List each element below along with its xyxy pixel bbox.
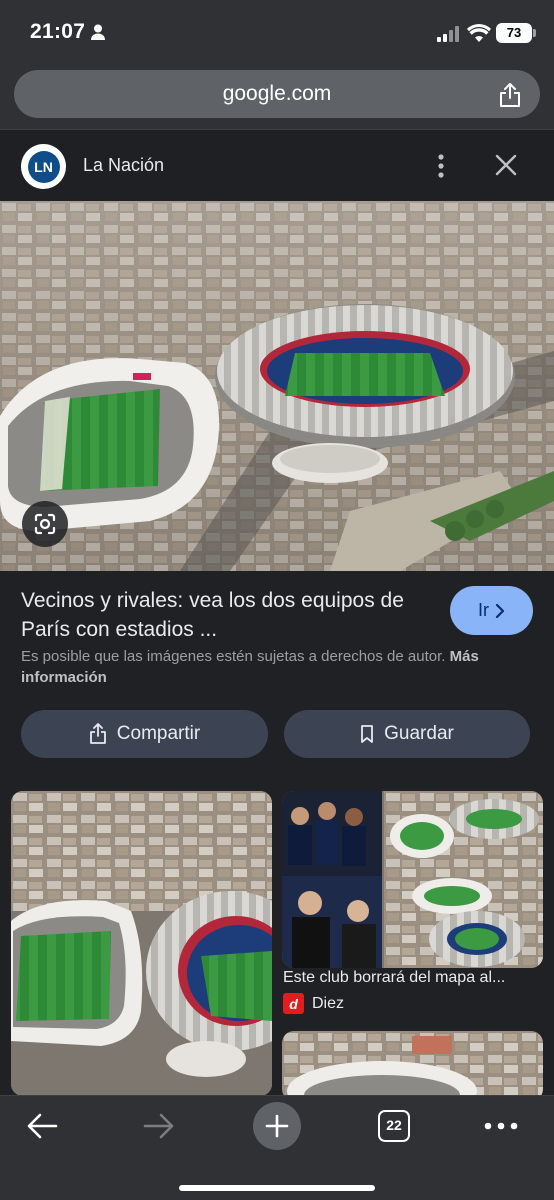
clock: 21:07 [30, 20, 86, 43]
new-tab-button[interactable] [253, 1102, 301, 1150]
browser-address-area: google.com [0, 62, 554, 130]
battery-indicator: 73 [496, 23, 532, 43]
more-options-icon[interactable] [430, 153, 452, 179]
related-image-1[interactable] [11, 791, 272, 1095]
person-icon [91, 24, 105, 40]
google-lens-button[interactable] [22, 501, 68, 547]
more-menu-icon[interactable] [484, 1122, 518, 1130]
tab-switcher-button[interactable]: 22 [378, 1110, 410, 1142]
save-button[interactable]: Guardar [284, 710, 530, 758]
bookmark-icon [361, 725, 374, 743]
source-name[interactable]: La Nación [83, 155, 164, 176]
plus-icon [265, 1114, 289, 1138]
lens-icon [34, 513, 56, 535]
back-arrow-icon[interactable] [26, 1112, 58, 1140]
diez-logo: d [283, 993, 304, 1014]
main-image[interactable] [0, 201, 554, 571]
chevron-right-icon [495, 603, 505, 618]
source-logo[interactable]: LN [21, 144, 66, 189]
close-icon[interactable] [494, 153, 518, 177]
status-bar: 21:07 73 [0, 0, 554, 62]
address-bar[interactable]: google.com [14, 70, 540, 118]
battery-cap [533, 29, 536, 37]
forward-arrow-icon[interactable] [143, 1112, 175, 1140]
source-logo-text: LN [27, 150, 60, 183]
copyright-notice: Es posible que las imágenes estén sujeta… [21, 646, 531, 688]
related-caption[interactable]: Este club borrará del mapa al... [283, 969, 541, 987]
visit-button[interactable]: Ir [450, 586, 533, 635]
visit-button-label: Ir [478, 600, 489, 620]
source-header: LN La Nación [0, 131, 554, 201]
wifi-icon [467, 23, 491, 42]
image-detail-panel: LN La Nación Vecinos y rivales: vea los … [0, 131, 554, 1095]
result-title[interactable]: Vecinos y rivales: vea los dos equipos d… [21, 586, 431, 644]
save-label: Guardar [384, 723, 454, 744]
share-label: Compartir [116, 723, 201, 744]
copyright-text: Es posible que las imágenes estén sujeta… [21, 648, 446, 665]
url-text: google.com [222, 82, 332, 105]
related-image-3[interactable] [282, 1031, 543, 1095]
share-icon[interactable] [498, 82, 522, 108]
collage-photo [282, 791, 543, 968]
browser-toolbar: 22 [0, 1095, 554, 1200]
share-icon [89, 723, 106, 744]
stadium-aerial-photo [0, 201, 554, 571]
related-image-2[interactable] [282, 791, 543, 968]
home-indicator[interactable] [179, 1185, 375, 1191]
related-stadium-photo-2 [282, 1031, 543, 1095]
related-stadium-photo [11, 791, 272, 1095]
related-source-name: Diez [312, 994, 345, 1012]
related-source[interactable]: d Diez [283, 993, 344, 1014]
share-button[interactable]: Compartir [21, 710, 268, 758]
cellular-signal-icon [437, 26, 459, 42]
